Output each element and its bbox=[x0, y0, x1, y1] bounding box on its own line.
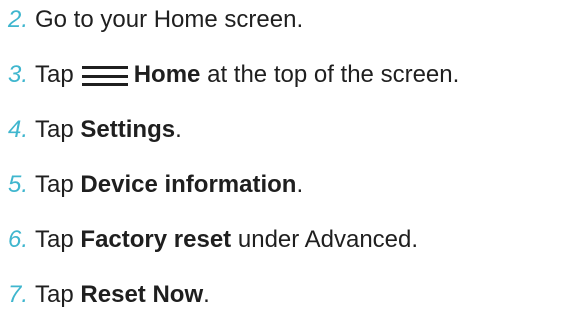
step-text-after: . bbox=[175, 116, 182, 143]
step-number: 4. bbox=[8, 116, 29, 143]
step-text-after: at the top of the screen. bbox=[207, 61, 460, 88]
step-text-before: Tap bbox=[35, 61, 74, 88]
step-text-after: under Advanced. bbox=[237, 226, 419, 253]
step-3: 3. Tap Home at the top of the screen. bbox=[8, 55, 459, 95]
step-7: 7. Tap Reset Now . bbox=[8, 275, 210, 315]
step-bold-term: Home bbox=[133, 61, 201, 88]
step-4: 4. Tap Settings . bbox=[8, 110, 182, 150]
step-5: 5. Tap Device information . bbox=[8, 165, 303, 205]
step-number: 7. bbox=[8, 281, 29, 308]
hamburger-menu-icon bbox=[81, 66, 128, 86]
step-number: 3. bbox=[8, 61, 29, 88]
step-text-before: Tap bbox=[35, 281, 74, 308]
step-number: 5. bbox=[8, 171, 29, 198]
step-text-before: Tap bbox=[35, 116, 74, 143]
step-number: 6. bbox=[8, 226, 29, 253]
step-6: 6. Tap Factory reset under Advanced. bbox=[8, 220, 418, 260]
step-text-after: . bbox=[203, 281, 210, 308]
step-text-before: Tap bbox=[35, 171, 74, 198]
step-2: 2. Go to your Home screen. bbox=[8, 0, 303, 40]
step-text: Go to your Home screen. bbox=[35, 6, 304, 33]
step-number: 2. bbox=[8, 6, 29, 33]
step-text-after: . bbox=[296, 171, 304, 198]
step-bold-term: Reset Now bbox=[80, 281, 204, 308]
step-bold-term: Device information bbox=[80, 171, 297, 198]
step-bold-term: Factory reset bbox=[80, 226, 232, 253]
step-bold-term: Settings bbox=[80, 116, 176, 143]
step-text-before: Tap bbox=[35, 226, 74, 253]
